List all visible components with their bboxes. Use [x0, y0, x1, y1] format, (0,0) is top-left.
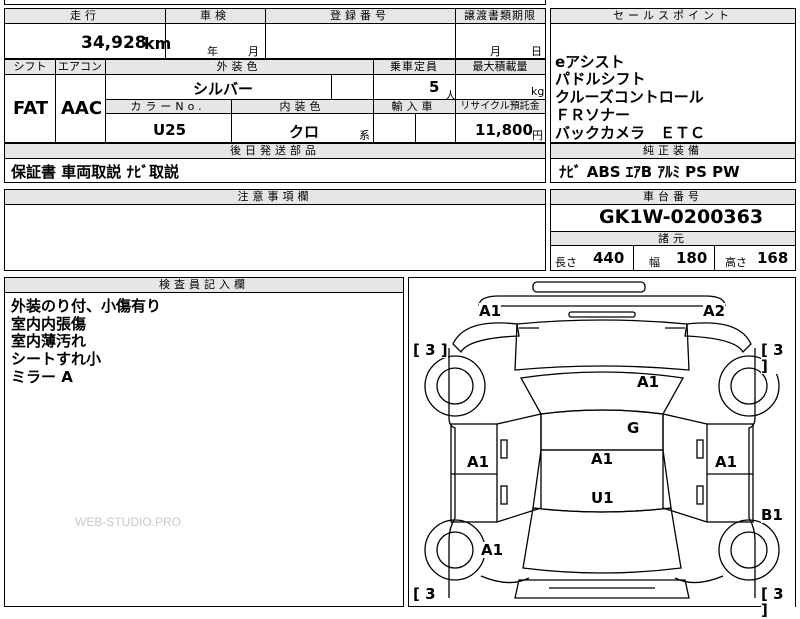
mark-hood: A1: [637, 373, 660, 391]
interior-unit: 系: [359, 129, 370, 142]
shift-value: FAT: [13, 98, 49, 119]
width-label: 幅: [649, 256, 660, 269]
chassis-header: 車台番号: [551, 190, 795, 205]
equipment-value: ﾅﾋﾞ ABS ｴｱB ｱﾙﾐ PS PW: [559, 163, 740, 181]
mileage-unit: km: [144, 34, 172, 53]
mark-front-left: A1: [479, 302, 502, 320]
exterior-value: シルバー: [193, 80, 254, 98]
mark-right-door: A1: [715, 453, 738, 471]
sales-points-header: セールスポイント: [551, 9, 795, 24]
interior-value: クロ: [289, 123, 320, 141]
mark-rear-window: U1: [591, 489, 614, 507]
height-value: 168: [757, 249, 789, 267]
aircon-value: AAC: [61, 98, 103, 119]
car-diagram-block: [ 3 ] [ 3 ] [ 3 [ 3 ] A1 A2 A1 G A1 U1 A…: [408, 277, 796, 618]
transfer-day-unit: 日: [531, 45, 542, 58]
recycle-unit: 円: [532, 129, 543, 142]
inspector-block: 検査員記入欄 外装のり付、小傷有り 室内内張傷 室内薄汚れ シートすれ小 ミラー…: [4, 277, 404, 607]
capacity-header: 乗車定員: [373, 60, 455, 75]
tire-front-left-label: [ 3 ]: [413, 341, 448, 359]
dimensions-header: 諸元: [551, 231, 795, 246]
inspector-header: 検査員記入欄: [5, 278, 403, 293]
top-strip: [4, 0, 546, 5]
capacity-value: 5: [429, 78, 440, 96]
chassis-block: 車台番号 GK1W-0200363 諸元 長さ 440 幅 180 高さ 168: [550, 189, 796, 271]
import-header: 輸入車: [373, 99, 455, 114]
height-label: 高さ: [725, 256, 747, 269]
shift-header: シフト: [5, 60, 55, 75]
later-parts-header: 後日発送部品: [5, 144, 545, 159]
tire-front-right-label: [ 3 ]: [761, 342, 795, 374]
chassis-value: GK1W-0200363: [599, 206, 764, 228]
equipment-header: 純正装備: [551, 144, 795, 159]
later-parts-value: 保証書 車両取説 ﾅﾋﾞ取説: [11, 163, 179, 181]
notes-block: 注意事項欄: [4, 189, 546, 271]
sales-points-block: セールスポイント eアシスト パドルシフト クルーズコントロール ＦＲソナー バ…: [550, 8, 796, 143]
watermark: WEB-STUDIO.PRO: [75, 515, 182, 529]
inspector-line-5: ミラー A: [11, 368, 73, 386]
registration-header: 登録番号: [265, 9, 455, 24]
width-value: 180: [676, 249, 708, 267]
colorno-value: U25: [153, 121, 187, 139]
capacity-unit: 人: [445, 89, 456, 102]
mark-rear-left: A1: [481, 541, 504, 559]
inspection-month-unit: 月: [248, 45, 259, 58]
aircon-header: エアコン: [55, 60, 105, 75]
mileage-value: 34,928: [81, 33, 147, 53]
mark-rear-right: B1: [761, 506, 783, 524]
equipment-block: 純正装備 ﾅﾋﾞ ABS ｴｱB ｱﾙﾐ PS PW: [550, 143, 796, 183]
recycle-value: 11,800: [475, 121, 533, 139]
mark-left-door: A1: [467, 453, 490, 471]
mark-front-right: A2: [703, 302, 726, 320]
length-value: 440: [593, 249, 625, 267]
inspection-year-unit: 年: [207, 45, 218, 58]
exterior-header: 外装色: [105, 60, 373, 75]
later-parts-block: 後日発送部品 保証書 車両取説 ﾅﾋﾞ取説: [4, 143, 546, 183]
recycle-header: リサイクル預託金: [455, 99, 545, 114]
mileage-header: 走行: [5, 9, 165, 24]
specs-block: シフト エアコン 外装色 乗車定員 最大積載量 カラーNo. 内装色 輸入車 リ…: [4, 59, 546, 143]
notes-header: 注意事項欄: [5, 190, 545, 205]
inspection-header: 車検: [165, 9, 265, 24]
sales-point-5: バックカメラ ＥＴＣ: [555, 124, 706, 142]
maxload-unit: kg: [531, 85, 545, 98]
transfer-month-unit: 月: [490, 45, 501, 58]
maxload-header: 最大積載量: [455, 60, 545, 75]
interior-header: 内装色: [231, 99, 373, 114]
tire-rear-right-label: [ 3 ]: [761, 586, 795, 618]
mileage-block: 走行 車検 登録番号 譲渡書類期限 34,928 km 年 月 月 日: [4, 8, 546, 59]
mark-windshield: G: [627, 419, 640, 437]
car-diagram: [424, 281, 780, 599]
mark-roof: A1: [591, 450, 614, 468]
length-label: 長さ: [555, 256, 577, 269]
transfer-header: 譲渡書類期限: [455, 9, 545, 24]
colorno-header: カラーNo.: [105, 99, 231, 114]
